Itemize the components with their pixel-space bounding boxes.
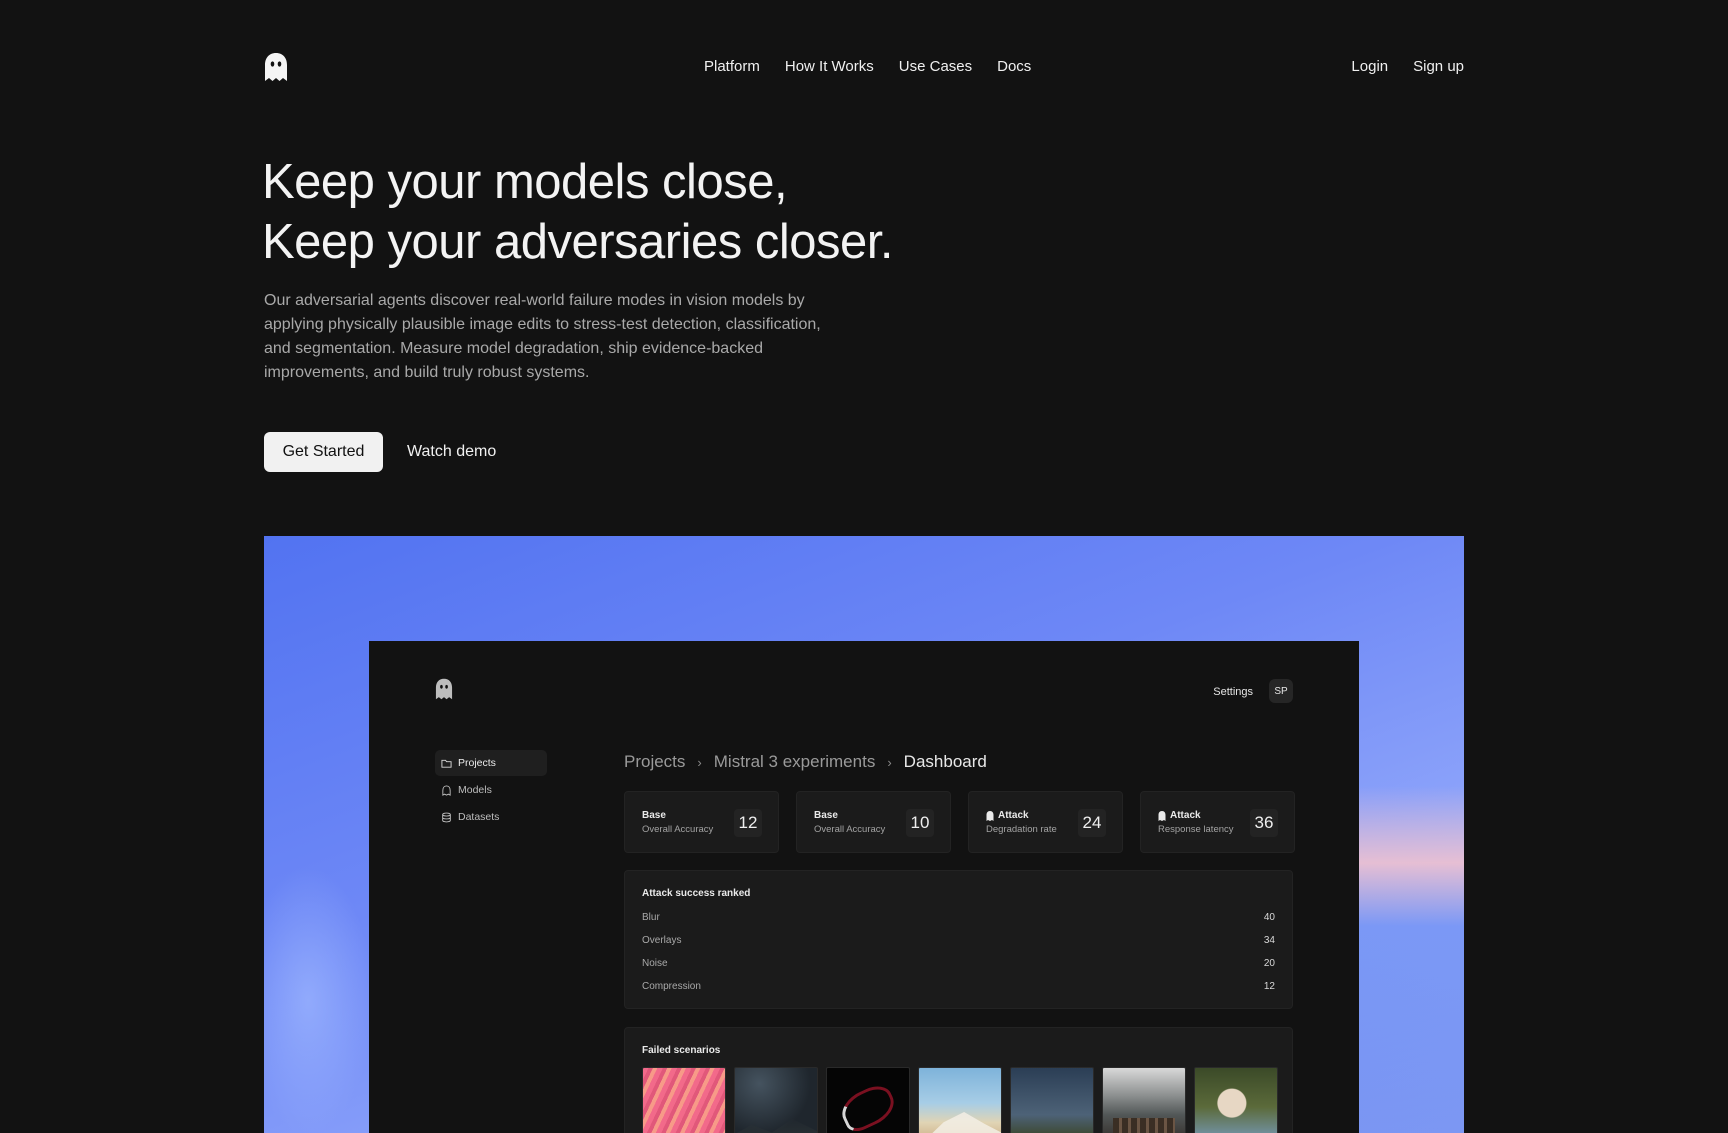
nav-link-use-cases[interactable]: Use Cases xyxy=(899,58,972,75)
list-item[interactable]: Blur 40 xyxy=(642,912,1275,923)
attack-ranked-panel: Attack success ranked Blur 40 Overlays 3… xyxy=(624,870,1293,1009)
sky-cloud-left xyxy=(264,866,374,1133)
folder-icon xyxy=(441,759,452,768)
ghost-lock-icon xyxy=(986,810,994,821)
stat-desc: Response latency xyxy=(1158,824,1234,835)
scenario-thumbnail[interactable] xyxy=(734,1067,818,1133)
breadcrumb-current: Dashboard xyxy=(903,752,987,771)
ghost-lock-icon xyxy=(1158,810,1166,821)
stat-desc: Overall Accuracy xyxy=(642,824,714,835)
stat-card[interactable]: Attack Degradation rate 24 xyxy=(968,791,1123,853)
stat-cards: Base Overall Accuracy 12 Base Overall Ac… xyxy=(624,791,1295,853)
breadcrumb: Projects › Mistral 3 experiments › Dashb… xyxy=(624,752,987,772)
stat-title-row: Attack xyxy=(986,810,1029,821)
stat-title: Attack xyxy=(1170,810,1201,821)
scenario-thumbnail[interactable] xyxy=(826,1067,910,1133)
sidebar-item-projects[interactable]: Projects xyxy=(435,750,547,776)
model-icon xyxy=(442,784,451,796)
stat-title: Base xyxy=(814,810,838,821)
sidebar-item-datasets[interactable]: Datasets xyxy=(435,804,547,830)
stat-title-row: Attack xyxy=(1158,810,1201,821)
panel-title: Attack success ranked xyxy=(642,888,751,899)
sidebar-item-label: Models xyxy=(458,784,492,796)
nav-link-how-it-works[interactable]: How It Works xyxy=(785,58,874,75)
chevron-right-icon: › xyxy=(697,754,702,770)
rank-value: 34 xyxy=(1263,935,1275,946)
rank-label: Compression xyxy=(642,981,701,992)
get-started-button[interactable]: Get Started xyxy=(264,432,383,472)
stat-value: 12 xyxy=(734,809,762,837)
app-sidebar: Projects Models Datasets xyxy=(435,750,547,831)
list-item[interactable]: Noise 20 xyxy=(642,958,1275,969)
failed-scenarios-panel: Failed scenarios xyxy=(624,1027,1293,1133)
sidebar-item-label: Datasets xyxy=(458,811,500,823)
rank-label: Noise xyxy=(642,958,668,969)
scenario-thumbnail[interactable] xyxy=(1194,1067,1278,1133)
sidebar-item-label: Projects xyxy=(458,757,496,769)
rank-label: Blur xyxy=(642,912,660,923)
stat-value: 24 xyxy=(1078,809,1106,837)
rank-label: Overlays xyxy=(642,935,682,946)
scenario-thumbnail[interactable] xyxy=(918,1067,1002,1133)
app-preview: Settings SP Projects Models Datasets Pro… xyxy=(369,641,1359,1133)
top-nav: Platform How It Works Use Cases Docs Log… xyxy=(0,58,1728,78)
list-item[interactable]: Compression 12 xyxy=(642,981,1275,992)
panel-title: Failed scenarios xyxy=(642,1045,721,1056)
watch-demo-button[interactable]: Watch demo xyxy=(407,432,496,472)
product-showcase: Settings SP Projects Models Datasets Pro… xyxy=(264,536,1464,1133)
chevron-right-icon: › xyxy=(887,754,892,770)
sidebar-item-models[interactable]: Models xyxy=(435,777,547,803)
stat-title: Attack xyxy=(998,810,1029,821)
breadcrumb-projects[interactable]: Projects xyxy=(624,752,685,772)
hero-title-line-2: Keep your adversaries closer. xyxy=(262,215,894,269)
scenario-thumbnail[interactable] xyxy=(642,1067,726,1133)
rank-value: 40 xyxy=(1263,912,1275,923)
breadcrumb-experiment[interactable]: Mistral 3 experiments xyxy=(714,752,876,772)
stat-card[interactable]: Base Overall Accuracy 10 xyxy=(796,791,951,853)
scenario-thumbnail[interactable] xyxy=(1102,1067,1186,1133)
nav-link-platform[interactable]: Platform xyxy=(704,58,760,75)
auth-links: Login Sign up xyxy=(1351,58,1464,75)
sky-cloud-right xyxy=(1344,786,1464,1133)
stat-title-row: Base xyxy=(642,810,666,821)
hero-title-line-1: Keep your models close, xyxy=(262,155,788,209)
nav-link-docs[interactable]: Docs xyxy=(997,58,1031,75)
stat-title-row: Base xyxy=(814,810,838,821)
stat-card[interactable]: Base Overall Accuracy 12 xyxy=(624,791,779,853)
stat-desc: Overall Accuracy xyxy=(814,824,886,835)
stat-value: 10 xyxy=(906,809,934,837)
app-ghost-logo-icon[interactable] xyxy=(435,678,453,700)
login-link[interactable]: Login xyxy=(1351,58,1388,75)
list-item[interactable]: Overlays 34 xyxy=(642,935,1275,946)
stat-value: 36 xyxy=(1250,809,1278,837)
hero-subtitle: Our adversarial agents discover real-wor… xyxy=(264,292,821,381)
signup-link[interactable]: Sign up xyxy=(1413,58,1464,75)
settings-link[interactable]: Settings xyxy=(1213,686,1253,698)
nav-links: Platform How It Works Use Cases Docs xyxy=(704,58,1031,75)
rank-value: 12 xyxy=(1263,981,1275,992)
scenario-thumbnail[interactable] xyxy=(1010,1067,1094,1133)
database-icon xyxy=(442,812,451,822)
avatar[interactable]: SP xyxy=(1269,679,1293,703)
stat-card[interactable]: Attack Response latency 36 xyxy=(1140,791,1295,853)
stat-title: Base xyxy=(642,810,666,821)
hero-title: Keep your models close, Keep your advers… xyxy=(262,152,894,272)
rank-value: 20 xyxy=(1263,958,1275,969)
scenario-thumbnails xyxy=(642,1067,1278,1133)
stat-desc: Degradation rate xyxy=(986,824,1057,835)
